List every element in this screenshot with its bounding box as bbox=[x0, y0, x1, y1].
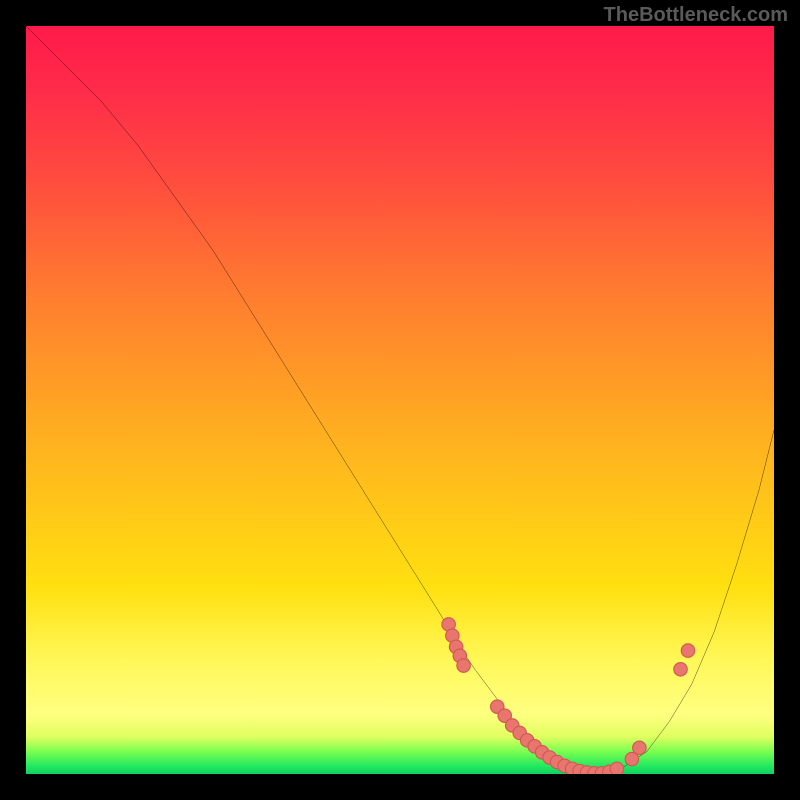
scatter-points bbox=[442, 618, 695, 774]
scatter-point bbox=[610, 762, 623, 774]
scatter-point bbox=[674, 663, 687, 676]
scatter-point bbox=[457, 659, 470, 672]
watermark-text: TheBottleneck.com bbox=[604, 4, 788, 27]
scatter-point bbox=[633, 741, 646, 754]
chart-plot-area bbox=[26, 26, 774, 774]
chart-svg bbox=[26, 26, 774, 774]
scatter-point bbox=[681, 644, 694, 657]
bottleneck-curve bbox=[26, 26, 774, 774]
